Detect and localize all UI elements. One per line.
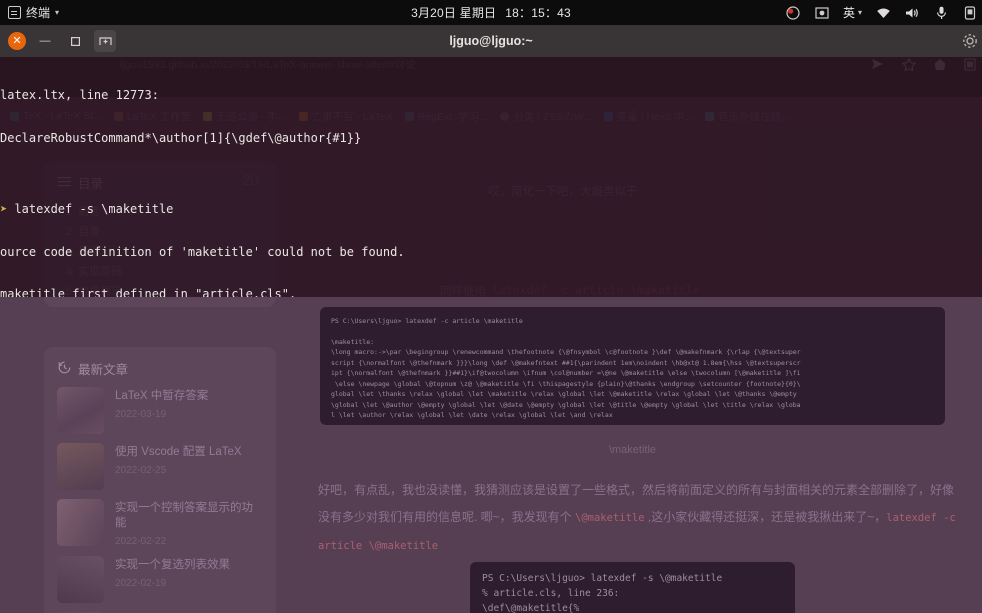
clock-area[interactable]: 3月20日 星期日 18：15：43: [411, 4, 571, 21]
screen: 终端 ▾ 3月20日 星期日 18：15：43 英 ▾ 最新文章 LaTeX 中…: [0, 0, 982, 613]
gnome-top-bar: 终端 ▾ 3月20日 星期日 18：15：43 英 ▾: [0, 0, 982, 25]
list-item[interactable]: Butterfly 主题的使用（自用）: [44, 603, 276, 613]
list-item[interactable]: LaTeX 中暂存答案 2022-03-19: [44, 378, 276, 434]
code-body: PS C:\Users\ljguo> latexdef -s \@maketit…: [482, 573, 723, 613]
record-indicator-icon[interactable]: [785, 5, 801, 21]
post-date: 2022-02-19: [115, 578, 167, 589]
new-tab-button[interactable]: [94, 30, 116, 52]
paragraph-text-part-2: ,这小家伙藏得还挺深，还是被我揪出来了~，: [644, 510, 887, 524]
code-body: \maketitle: \long macro:->\par \begingro…: [331, 337, 801, 420]
post-title: 实现一个控制答案显示的功能: [115, 502, 253, 529]
terminal-line: maketitle first defined in "article.cls"…: [0, 287, 297, 297]
app-menu-label: 终端: [26, 6, 51, 20]
terminal-line: ource code definition of 'maketitle' cou…: [0, 244, 405, 259]
code-block-one: PS C:\Users\ljguo> latexdef -c article \…: [320, 307, 945, 425]
time-label: 18：15：43: [505, 6, 571, 20]
post-thumbnail: [57, 499, 104, 546]
code-prompt-line: PS C:\Users\ljguo> latexdef -c article \…: [331, 317, 523, 325]
terminal-app-icon: [8, 6, 21, 19]
terminal-menu-button[interactable]: [962, 33, 978, 49]
close-button[interactable]: ✕: [8, 32, 26, 50]
chevron-down-icon: ▾: [857, 8, 862, 17]
post-date: 2022-02-25: [115, 465, 167, 476]
volume-icon[interactable]: [904, 5, 920, 21]
terminal-line: latex.ltx, line 12773:: [0, 88, 159, 103]
wifi-icon[interactable]: [875, 5, 891, 21]
post-title: LaTeX 中暂存答案: [115, 390, 209, 402]
post-date: 2022-02-22: [115, 536, 167, 547]
chevron-down-icon: ▾: [55, 8, 60, 17]
terminal-line: DeclareRobustCommand*\author[1]{\gdef\@a…: [0, 131, 362, 146]
article-paragraph: 好吧，有点乱，我也没读懂，我猜测应该是设置了一些格式，然后将前面定义的所有与封面…: [318, 477, 958, 560]
post-thumbnail: [57, 556, 104, 603]
history-icon: [58, 361, 71, 377]
recent-posts-title: 最新文章: [78, 363, 129, 377]
code-caption: \maketitle: [608, 444, 657, 456]
post-title: 实现一个复选列表效果: [115, 559, 230, 571]
maximize-button[interactable]: [64, 30, 86, 52]
post-date: 2022-03-19: [115, 409, 167, 420]
top-bar-app-menu[interactable]: 终端 ▾: [0, 4, 59, 21]
code-block-two: PS C:\Users\ljguo> latexdef -s \@maketit…: [470, 562, 795, 613]
input-method-label: 英: [842, 6, 855, 20]
post-thumbnail: [57, 387, 104, 434]
recent-posts-header: 最新文章: [44, 347, 276, 378]
inline-code-maketitle: \@maketitle: [575, 512, 645, 524]
minimize-button[interactable]: —: [34, 30, 56, 52]
list-item[interactable]: 使用 Vscode 配置 LaTeX 2022-02-25: [44, 434, 276, 490]
input-method-indicator[interactable]: 英 ▾: [843, 4, 862, 21]
top-bar-status-area: 英 ▾: [785, 4, 978, 21]
recent-posts-card: 最新文章 LaTeX 中暂存答案 2022-03-19 使用 Vscode 配置…: [44, 347, 276, 613]
power-menu-icon[interactable]: [962, 5, 978, 21]
date-label: 3月20日 星期日: [411, 6, 497, 20]
terminal-command-line: ➤ latexdef -s \maketitle: [0, 202, 982, 216]
post-title: 使用 Vscode 配置 LaTeX: [115, 446, 242, 458]
terminal-titlebar[interactable]: ✕ — ljguo@ljguo:~: [0, 25, 982, 57]
screenshot-icon[interactable]: [814, 5, 830, 21]
window-controls: ✕ —: [0, 30, 116, 52]
terminal-title-text: ljguo@ljguo:~: [449, 34, 533, 48]
post-thumbnail: [57, 443, 104, 490]
list-item[interactable]: 实现一个控制答案显示的功能 2022-02-22: [44, 490, 276, 547]
list-item[interactable]: 实现一个复选列表效果 2022-02-19: [44, 547, 276, 603]
terminal-command: latexdef -s \maketitle: [7, 202, 174, 217]
terminal-window: ✕ — ljguo@ljguo:~ latex.ltx, line 12773:…: [0, 25, 982, 297]
terminal-output[interactable]: latex.ltx, line 12773: DeclareRobustComm…: [0, 57, 982, 297]
microphone-icon[interactable]: [933, 5, 949, 21]
